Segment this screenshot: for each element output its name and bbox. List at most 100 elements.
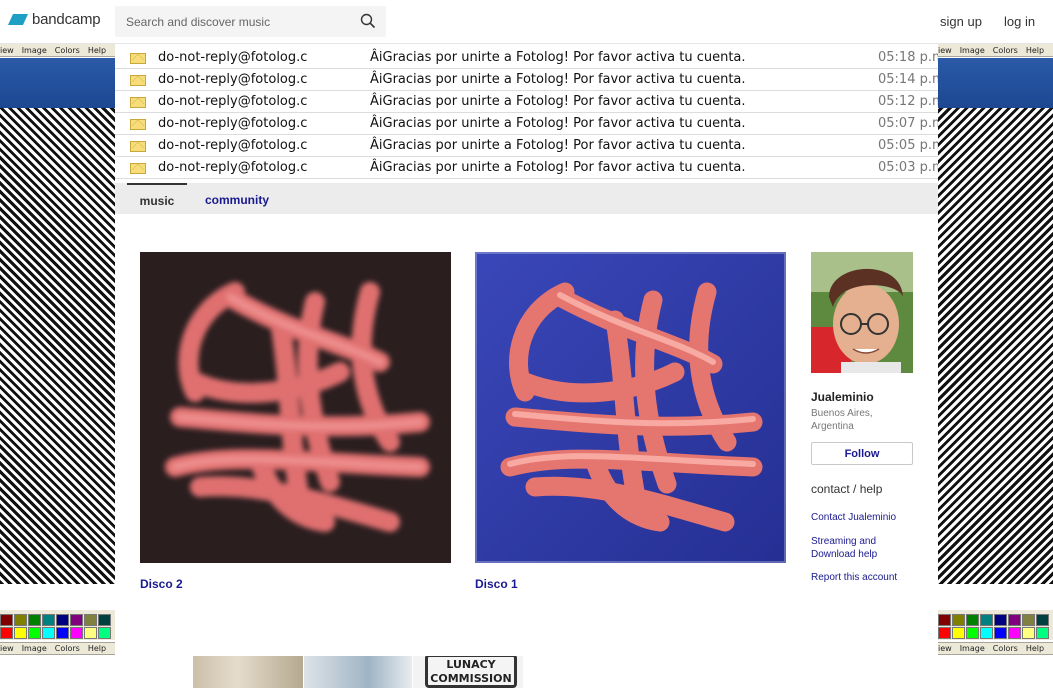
album-title[interactable]: Disco 2 xyxy=(140,577,451,591)
artist-location: Buenos Aires, Argentina xyxy=(811,408,873,432)
sign-line: LUNACY xyxy=(446,658,496,671)
album-title[interactable]: Disco 1 xyxy=(475,577,786,591)
envelope-icon xyxy=(130,141,146,152)
palette-swatch xyxy=(966,614,979,626)
palette-swatch xyxy=(98,627,111,639)
envelope-icon xyxy=(130,53,146,64)
paint-menu-item: Image xyxy=(959,644,985,653)
bandcamp-logo[interactable]: bandcamp xyxy=(8,11,101,28)
paint-menu-bar: iew Image Colors Help xyxy=(0,642,115,655)
palette-swatch xyxy=(952,627,965,639)
envelope-icon xyxy=(130,97,146,108)
palette-swatch xyxy=(1036,627,1049,639)
email-inbox-banner: do-not-reply@fotolog.c ÂiGracias por uni… xyxy=(115,47,938,179)
email-sender: do-not-reply@fotolog.c xyxy=(158,116,308,131)
paint-menu-bar: iew Image Colors Help xyxy=(938,44,1053,57)
album-cover-disco-2[interactable] xyxy=(140,252,451,563)
palette-swatch xyxy=(56,627,69,639)
email-subject: ÂiGracias por unirte a Fotolog! Por favo… xyxy=(370,72,746,87)
email-sender: do-not-reply@fotolog.c xyxy=(158,50,308,65)
email-time: 05:07 p.m xyxy=(878,116,938,131)
email-subject: ÂiGracias por unirte a Fotolog! Por favo… xyxy=(370,160,746,175)
paint-menu-bar: iew Image Colors Help xyxy=(938,642,1053,655)
blue-banner xyxy=(0,58,115,108)
brand-name: bandcamp xyxy=(32,11,101,28)
artist-profile: Jualeminio Buenos Aires, Argentina Follo… xyxy=(811,252,913,584)
email-subject: ÂiGracias por unirte a Fotolog! Por favo… xyxy=(370,50,746,65)
streaming-help-link[interactable]: Streaming and Download help xyxy=(811,535,891,561)
paint-menu-item: Image xyxy=(21,45,47,55)
palette-swatch xyxy=(938,627,951,639)
site-header: bandcamp sign up log in xyxy=(0,0,1053,44)
email-row[interactable]: do-not-reply@fotolog.c ÂiGracias por uni… xyxy=(115,113,938,135)
bottom-photo-strip: LUNACY COMMISSION xyxy=(193,656,523,688)
contact-help-heading: contact / help xyxy=(811,482,883,496)
blue-banner xyxy=(938,58,1053,108)
sign-line: COMMISSION xyxy=(430,672,512,685)
email-row[interactable]: do-not-reply@fotolog.c ÂiGracias por uni… xyxy=(115,91,938,113)
paint-menu-item: Help xyxy=(1025,45,1045,55)
paint-menu-item: iew xyxy=(938,45,952,55)
email-subject: ÂiGracias por unirte a Fotolog! Por favo… xyxy=(370,138,746,153)
search-icon[interactable] xyxy=(360,13,376,29)
palette-swatch xyxy=(70,614,83,626)
paint-menu-item: Image xyxy=(21,644,47,653)
palette-swatch xyxy=(70,627,83,639)
tab-music[interactable]: music xyxy=(127,183,187,214)
search-box xyxy=(115,6,386,37)
email-sender: do-not-reply@fotolog.c xyxy=(158,160,308,175)
palette-swatch xyxy=(1008,614,1021,626)
paint-menu-item: Help xyxy=(87,644,107,653)
color-palette xyxy=(938,610,1053,640)
palette-swatch xyxy=(0,627,13,639)
palette-swatch xyxy=(28,614,41,626)
paint-menu-item: iew xyxy=(0,644,14,653)
contact-artist-link[interactable]: Contact Jualeminio xyxy=(811,511,913,524)
background-photo xyxy=(304,656,412,688)
email-time: 05:18 p.m xyxy=(878,50,938,65)
bandcamp-logo-icon xyxy=(8,14,28,25)
palette-swatch xyxy=(98,614,111,626)
palette-swatch xyxy=(1036,614,1049,626)
email-row[interactable]: do-not-reply@fotolog.c ÂiGracias por uni… xyxy=(115,135,938,157)
paint-menu-item: Help xyxy=(87,45,107,55)
search-input[interactable] xyxy=(115,6,355,37)
paint-menu-item: Image xyxy=(959,45,985,55)
palette-swatch xyxy=(952,614,965,626)
envelope-icon xyxy=(130,119,146,130)
email-sender: do-not-reply@fotolog.c xyxy=(158,94,308,109)
paint-window-right: iew Image Colors Help iew Image Colors H… xyxy=(938,44,1053,656)
paint-menu-bar: iew Image Colors Help xyxy=(0,44,115,57)
palette-swatch xyxy=(42,627,55,639)
palette-swatch xyxy=(980,614,993,626)
palette-swatch xyxy=(1022,627,1035,639)
artist-avatar[interactable] xyxy=(811,252,913,373)
login-link[interactable]: log in xyxy=(1004,14,1035,29)
tab-community[interactable]: community xyxy=(205,183,269,214)
striped-pattern xyxy=(0,108,115,584)
paint-menu-item: iew xyxy=(0,45,14,55)
palette-swatch xyxy=(994,614,1007,626)
email-subject: ÂiGracias por unirte a Fotolog! Por favo… xyxy=(370,116,746,131)
paint-menu-item: Colors xyxy=(54,644,80,653)
email-sender: do-not-reply@fotolog.c xyxy=(158,72,308,87)
album-card: Disco 2 xyxy=(140,252,451,591)
palette-swatch xyxy=(980,627,993,639)
palette-swatch xyxy=(56,614,69,626)
color-palette xyxy=(0,610,115,640)
album-cover-disco-1[interactable] xyxy=(473,250,788,565)
email-time: 05:14 p.m xyxy=(878,72,938,87)
envelope-icon xyxy=(130,163,146,174)
paint-menu-item: Colors xyxy=(54,45,80,55)
email-time: 05:03 p.m xyxy=(878,160,938,175)
report-account-link[interactable]: Report this account xyxy=(811,571,913,584)
email-row[interactable]: do-not-reply@fotolog.c ÂiGracias por uni… xyxy=(115,157,938,179)
email-row[interactable]: do-not-reply@fotolog.c ÂiGracias por uni… xyxy=(115,69,938,91)
follow-button[interactable]: Follow xyxy=(811,442,913,465)
striped-pattern xyxy=(938,108,1053,584)
paint-menu-item: iew xyxy=(938,644,952,653)
palette-swatch xyxy=(994,627,1007,639)
email-time: 05:12 p.m xyxy=(878,94,938,109)
signup-link[interactable]: sign up xyxy=(940,14,982,29)
email-row[interactable]: do-not-reply@fotolog.c ÂiGracias por uni… xyxy=(115,47,938,69)
